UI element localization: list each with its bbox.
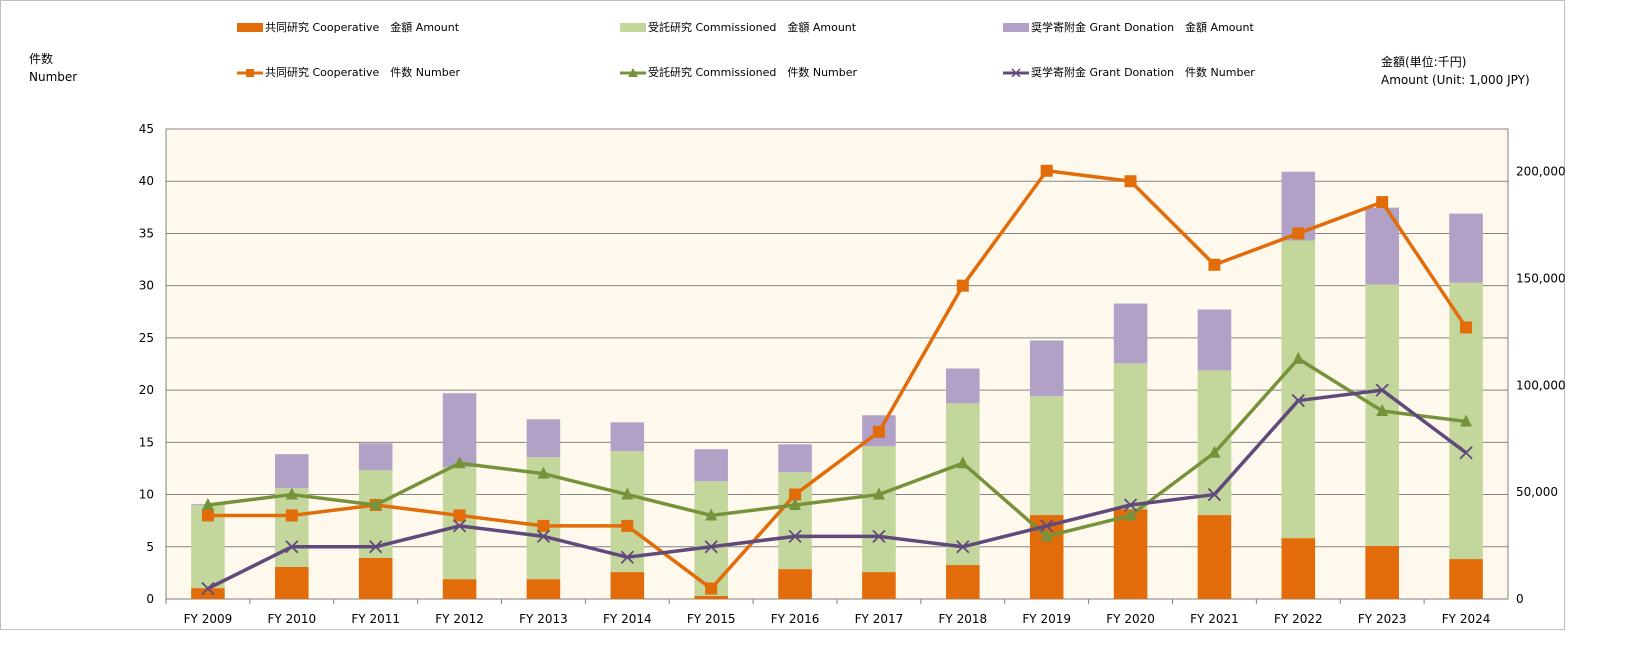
bar-commissioned-amount	[1029, 396, 1064, 516]
bar-grant-amount	[275, 454, 309, 489]
left-tick-label: 0	[146, 592, 154, 606]
bar-grant-amount	[946, 368, 980, 404]
x-tick-label: FY 2013	[519, 612, 568, 626]
marker-square	[872, 425, 885, 438]
left-tick-label: 10	[139, 488, 154, 502]
x-tick-label: FY 2022	[1274, 612, 1323, 626]
left-tick-label: 40	[139, 174, 154, 188]
x-tick-label: FY 2014	[603, 612, 652, 626]
left-tick-label: 45	[139, 122, 154, 136]
x-tick-label: FY 2020	[1106, 612, 1155, 626]
bar-cooperative-amount	[442, 579, 477, 599]
bar-cooperative-amount	[946, 565, 980, 599]
x-tick-label: FY 2009	[184, 612, 233, 626]
left-tick-label: 25	[139, 331, 154, 345]
bar-grant-amount	[358, 443, 393, 471]
right-tick-label: 100,000	[1516, 378, 1566, 392]
bar-cooperative-amount	[1449, 559, 1483, 599]
marker-square	[1376, 196, 1389, 209]
marker-square	[1040, 164, 1053, 177]
bar-cooperative-amount	[358, 557, 393, 599]
plot-svg: 0 5 10 15 20 25 30 35 40 45 0 50,000 100,000 150,000 2…	[139, 122, 1566, 626]
x-tick-label: FY 2023	[1358, 612, 1407, 626]
bar-grant-amount	[694, 449, 728, 482]
marker-square	[453, 509, 466, 522]
right-tick-label: 150,000	[1516, 272, 1566, 286]
bar-cooperative-amount	[610, 572, 645, 599]
marker-square	[1460, 321, 1473, 334]
bar-cooperative-amount	[694, 596, 728, 599]
x-tick-label: FY 2021	[1190, 612, 1239, 626]
marker-square	[1292, 227, 1305, 240]
marker-square	[1208, 258, 1221, 271]
bar-grant-amount	[442, 393, 477, 468]
bar-commissioned-amount	[862, 446, 896, 573]
bar-cooperative-amount	[1365, 546, 1399, 599]
bar-grant-amount	[1113, 303, 1148, 364]
bar-grant-amount	[778, 444, 812, 473]
bar-commissioned-amount	[275, 488, 309, 567]
bar-grant-amount	[1029, 340, 1064, 397]
marker-square	[1124, 175, 1137, 188]
bar-commissioned-amount	[946, 403, 980, 566]
x-tick-label: FY 2011	[351, 612, 400, 626]
right-tick-label: 50,000	[1516, 485, 1558, 499]
x-tick-label: FY 2024	[1442, 612, 1491, 626]
x-tick-label: FY 2012	[435, 612, 484, 626]
x-tick-label: FY 2019	[1022, 612, 1071, 626]
bar-commissioned-amount	[1281, 240, 1316, 539]
left-tick-label: 20	[139, 383, 154, 397]
bar-cooperative-amount	[1281, 538, 1316, 599]
bar-commissioned-amount	[442, 467, 477, 580]
bar-cooperative-amount	[862, 572, 896, 599]
bar-grant-amount	[1197, 309, 1232, 371]
marker-square	[956, 279, 969, 292]
chart-container: 共同研究 Cooperative 金額 Amount 受託研究 Commissi…	[0, 0, 1631, 657]
bar-commissioned-amount	[1113, 363, 1148, 510]
bar-grant-amount	[1449, 213, 1483, 283]
right-tick-label: 200,000	[1516, 165, 1566, 179]
left-tick-label: 15	[139, 435, 154, 449]
bar-cooperative-amount	[1113, 509, 1148, 599]
left-tick-label: 30	[139, 279, 154, 293]
x-tick-label: FY 2017	[855, 612, 904, 626]
marker-square	[705, 582, 718, 595]
bar-cooperative-amount	[1197, 515, 1232, 599]
bar-grant-amount	[610, 422, 645, 452]
bar-cooperative-amount	[526, 579, 561, 599]
right-tick-label: 0	[1516, 592, 1524, 606]
x-tick-label: FY 2010	[268, 612, 317, 626]
marker-square	[285, 509, 298, 522]
marker-square	[621, 519, 634, 532]
left-tick-label: 5	[146, 540, 154, 554]
x-tick-label: FY 2016	[771, 612, 820, 626]
bar-cooperative-amount	[778, 569, 812, 599]
x-tick-label: FY 2018	[939, 612, 988, 626]
marker-square	[201, 509, 214, 522]
bar-grant-amount	[526, 419, 561, 458]
marker-square	[537, 519, 550, 532]
bar-cooperative-amount	[275, 566, 309, 599]
x-tick-label: FY 2015	[687, 612, 736, 626]
left-tick-label: 35	[139, 226, 154, 240]
